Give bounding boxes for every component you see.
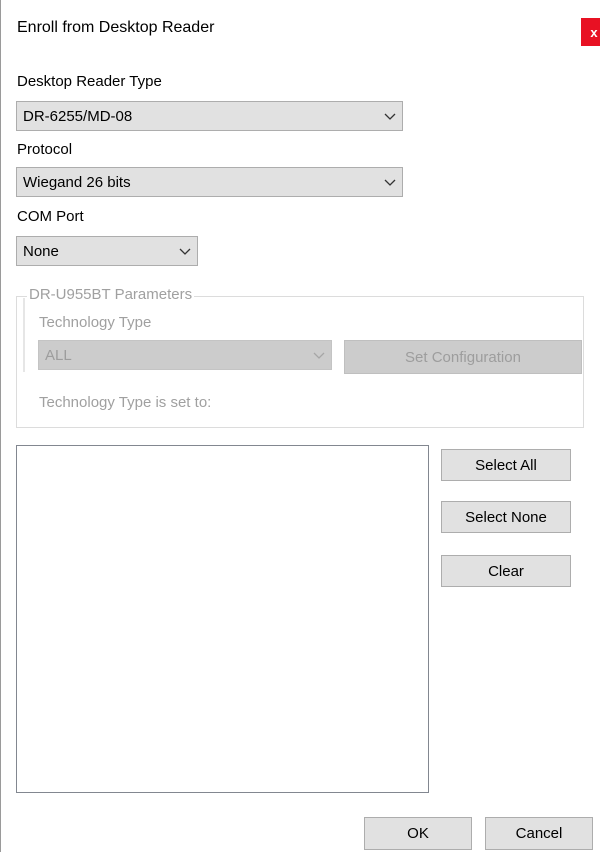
protocol-label: Protocol bbox=[17, 141, 73, 158]
com-port-select[interactable]: None bbox=[16, 236, 198, 266]
title-bar: Enroll from Desktop Reader x bbox=[1, 0, 600, 58]
reader-type-select[interactable]: DR-6255/MD-08 bbox=[16, 101, 403, 131]
reader-type-value: DR-6255/MD-08 bbox=[23, 107, 133, 125]
parameters-group-legend: DR-U955BT Parameters bbox=[27, 286, 195, 303]
chevron-down-icon bbox=[378, 168, 402, 196]
close-button[interactable]: x bbox=[581, 18, 600, 46]
set-configuration-button[interactable]: Set Configuration bbox=[344, 340, 582, 374]
chevron-down-icon bbox=[378, 102, 402, 130]
tech-type-status: Technology Type is set to: bbox=[39, 394, 212, 411]
enrolled-cards-list[interactable] bbox=[16, 445, 429, 793]
enroll-dialog: Enroll from Desktop Reader x Desktop Rea… bbox=[0, 0, 600, 852]
chevron-down-icon bbox=[307, 341, 331, 369]
groupbox-divider bbox=[23, 298, 25, 372]
com-port-label: COM Port bbox=[17, 208, 84, 225]
window-title: Enroll from Desktop Reader bbox=[17, 19, 215, 36]
tech-type-value: ALL bbox=[45, 346, 72, 364]
select-all-button[interactable]: Select All bbox=[441, 449, 571, 481]
chevron-down-icon bbox=[173, 237, 197, 265]
ok-button[interactable]: OK bbox=[364, 817, 472, 850]
tech-type-label: Technology Type bbox=[39, 314, 152, 331]
cancel-button[interactable]: Cancel bbox=[485, 817, 593, 850]
clear-button[interactable]: Clear bbox=[441, 555, 571, 587]
tech-type-select[interactable]: ALL bbox=[38, 340, 332, 370]
protocol-select[interactable]: Wiegand 26 bits bbox=[16, 167, 403, 197]
select-none-button[interactable]: Select None bbox=[441, 501, 571, 533]
reader-type-label: Desktop Reader Type bbox=[17, 73, 162, 90]
close-icon: x bbox=[590, 24, 598, 40]
protocol-value: Wiegand 26 bits bbox=[23, 173, 131, 191]
com-port-value: None bbox=[23, 242, 59, 260]
